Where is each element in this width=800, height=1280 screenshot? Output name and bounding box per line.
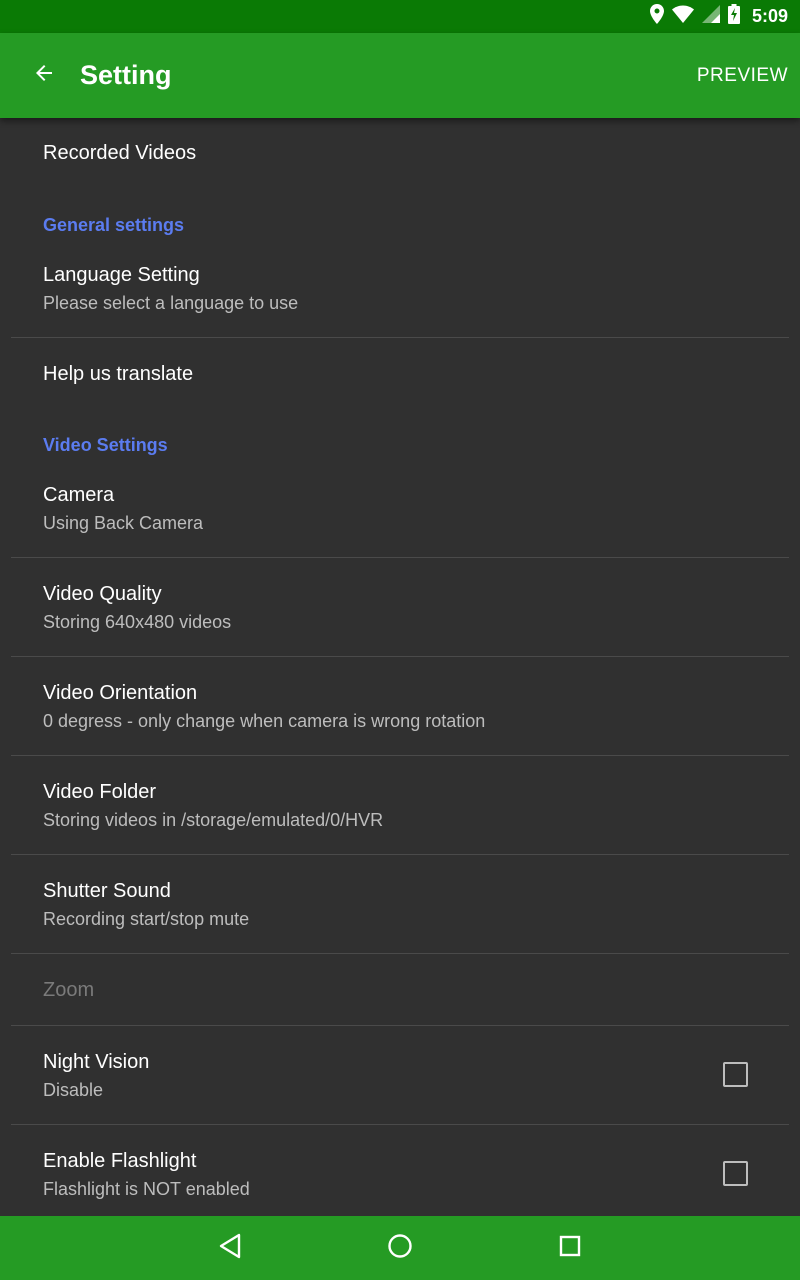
zoom-title: Zoom bbox=[43, 979, 95, 1001]
zoom-item: Zoom bbox=[0, 954, 800, 1025]
flashlight-item[interactable]: Enable Flashlight Flashlight is NOT enab… bbox=[0, 1125, 800, 1216]
wifi-icon bbox=[671, 5, 694, 28]
page-title: Setting bbox=[80, 60, 172, 90]
video-quality-title: Video Quality bbox=[43, 583, 162, 605]
location-icon bbox=[649, 4, 664, 29]
language-setting-title: Language Setting bbox=[43, 264, 200, 286]
language-setting-item[interactable]: Language Setting Please select a languag… bbox=[0, 248, 800, 337]
nav-recents-button[interactable] bbox=[550, 1228, 590, 1268]
recorded-videos-title: Recorded Videos bbox=[43, 142, 197, 164]
night-vision-checkbox[interactable] bbox=[723, 1062, 748, 1087]
status-bar: 5:09 bbox=[0, 0, 800, 33]
video-folder-title: Video Folder bbox=[43, 781, 157, 803]
navigation-bar bbox=[0, 1216, 800, 1280]
shutter-sound-title: Shutter Sound bbox=[43, 880, 171, 902]
video-quality-summary: Storing 640x480 videos bbox=[43, 612, 232, 632]
video-folder-item[interactable]: Video Folder Storing videos in /storage/… bbox=[0, 756, 800, 854]
help-translate-item[interactable]: Help us translate bbox=[0, 338, 800, 418]
app-bar: Setting PREVIEW bbox=[0, 33, 800, 118]
video-settings-header: Video Settings bbox=[43, 435, 168, 455]
flashlight-title: Enable Flashlight bbox=[43, 1150, 197, 1172]
video-folder-summary: Storing videos in /storage/emulated/0/HV… bbox=[43, 810, 384, 830]
settings-list[interactable]: Recorded Videos General settings Languag… bbox=[0, 118, 800, 1216]
video-orientation-item[interactable]: Video Orientation 0 degress - only chang… bbox=[0, 657, 800, 755]
back-button[interactable] bbox=[22, 53, 66, 97]
shutter-sound-item[interactable]: Shutter Sound Recording start/stop mute bbox=[0, 855, 800, 953]
recorded-videos-item[interactable]: Recorded Videos bbox=[0, 118, 800, 198]
signal-icon bbox=[701, 5, 720, 28]
preview-button[interactable]: PREVIEW bbox=[697, 33, 788, 118]
night-vision-item[interactable]: Night Vision Disable bbox=[0, 1026, 800, 1124]
night-vision-summary: Disable bbox=[43, 1080, 104, 1100]
video-quality-item[interactable]: Video Quality Storing 640x480 videos bbox=[0, 558, 800, 656]
arrow-back-icon bbox=[32, 61, 56, 90]
video-orientation-title: Video Orientation bbox=[43, 682, 198, 704]
nav-back-button[interactable] bbox=[210, 1228, 250, 1268]
video-orientation-summary: 0 degress - only change when camera is w… bbox=[43, 711, 486, 731]
camera-summary: Using Back Camera bbox=[43, 513, 204, 533]
flashlight-checkbox[interactable] bbox=[723, 1161, 748, 1186]
camera-title: Camera bbox=[43, 484, 115, 506]
home-circle-icon bbox=[387, 1233, 413, 1264]
language-setting-summary: Please select a language to use bbox=[43, 293, 299, 313]
battery-charging-icon bbox=[727, 4, 740, 29]
nav-home-button[interactable] bbox=[380, 1228, 420, 1268]
status-time: 5:09 bbox=[751, 6, 788, 26]
help-translate-title: Help us translate bbox=[43, 363, 194, 385]
general-settings-header: General settings bbox=[43, 215, 185, 235]
night-vision-title: Night Vision bbox=[43, 1051, 150, 1073]
camera-item[interactable]: Camera Using Back Camera bbox=[0, 468, 800, 557]
shutter-sound-summary: Recording start/stop mute bbox=[43, 909, 250, 929]
back-triangle-icon bbox=[218, 1233, 242, 1264]
flashlight-summary: Flashlight is NOT enabled bbox=[43, 1179, 250, 1199]
recents-square-icon bbox=[559, 1235, 581, 1262]
